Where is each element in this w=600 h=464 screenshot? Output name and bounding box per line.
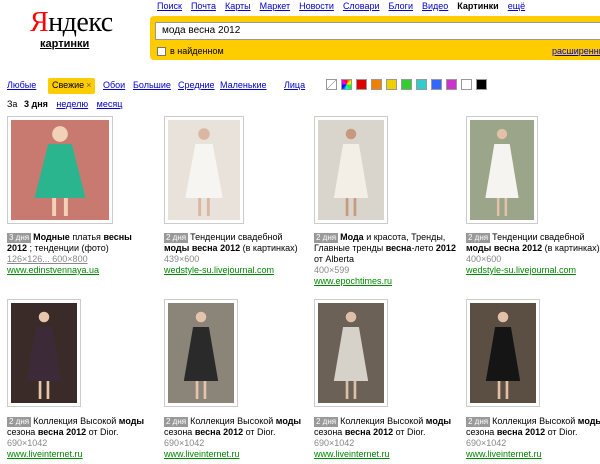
nav-video[interactable]: Видео bbox=[422, 1, 448, 11]
nav-dictionaries[interactable]: Словари bbox=[343, 1, 380, 11]
in-found-checkbox[interactable] bbox=[157, 47, 166, 56]
result-host-link[interactable]: www.liveinternet.ru bbox=[7, 449, 152, 460]
result-caption: 3 дня Модные платья весны 2012 ; тенденци… bbox=[7, 232, 152, 276]
color-swatch[interactable] bbox=[356, 79, 367, 90]
logo-rest: ндекс bbox=[48, 7, 113, 38]
result-caption: 2 дня Тенденции свадебной моды весна 2012… bbox=[466, 232, 600, 276]
result-thumbnail[interactable] bbox=[164, 116, 244, 224]
freshness-badge: 2 дня bbox=[7, 417, 32, 427]
logo-wordmark: Яндекс bbox=[30, 7, 113, 38]
period-current: 3 дня bbox=[23, 99, 48, 109]
logo-subtitle[interactable]: картинки bbox=[40, 38, 100, 50]
period-week[interactable]: неделю bbox=[56, 99, 88, 109]
filter-fresh-label: Свежие bbox=[52, 80, 85, 90]
nav-market[interactable]: Маркет bbox=[260, 1, 290, 11]
thumbnail-image bbox=[318, 303, 384, 403]
search-input[interactable]: мода весна 2012 bbox=[155, 22, 600, 40]
in-found-label[interactable]: в найденном bbox=[170, 46, 224, 56]
freshness-badge: 2 дня bbox=[314, 417, 339, 427]
color-swatch[interactable] bbox=[401, 79, 412, 90]
nav-more[interactable]: ещё bbox=[508, 1, 525, 11]
filter-fresh[interactable]: Свежие × bbox=[48, 78, 96, 94]
result-caption: 2 дня Коллекция Высокой моды сезона весна… bbox=[466, 416, 600, 460]
nav-search[interactable]: Поиск bbox=[157, 1, 182, 11]
thumbnail-image bbox=[11, 120, 109, 220]
thumbnail-image bbox=[318, 120, 384, 220]
freshness-badge: 2 дня bbox=[314, 233, 339, 243]
nav-news[interactable]: Новости bbox=[299, 1, 334, 11]
image-size: 690×1042 bbox=[466, 438, 507, 448]
services-nav: Поиск Почта Карты Маркет Новости Словари… bbox=[157, 1, 525, 11]
image-size: 690×1042 bbox=[7, 438, 48, 448]
nav-images: Картинки bbox=[457, 1, 499, 11]
color-swatch[interactable] bbox=[371, 79, 382, 90]
result-thumbnail[interactable] bbox=[7, 299, 81, 407]
freshness-badge: 2 дня bbox=[466, 417, 491, 427]
color-swatch[interactable] bbox=[461, 79, 472, 90]
result-caption: 2 дня Коллекция Высокой моды сезона весна… bbox=[164, 416, 309, 460]
filter-any[interactable]: Любые bbox=[7, 80, 36, 90]
logo-first-letter: Я bbox=[30, 7, 49, 38]
color-swatch[interactable] bbox=[416, 79, 427, 90]
result-thumbnail[interactable] bbox=[466, 116, 538, 224]
nav-mail[interactable]: Почта bbox=[191, 1, 216, 11]
result-caption: 2 дня Коллекция Высокой моды сезона весна… bbox=[314, 416, 459, 460]
result-thumbnail[interactable] bbox=[314, 299, 388, 407]
thumbnail-image bbox=[470, 120, 534, 220]
image-size: 690×1042 bbox=[314, 438, 355, 448]
color-swatch[interactable] bbox=[431, 79, 442, 90]
image-size[interactable]: 126×126... 600×800 bbox=[7, 254, 152, 265]
filter-small[interactable]: Маленькие bbox=[220, 80, 267, 90]
image-size: 439×600 bbox=[164, 254, 200, 264]
result-caption: 2 дня Коллекция Высокой моды сезона весна… bbox=[7, 416, 152, 460]
result-host-link[interactable]: www.liveinternet.ru bbox=[314, 449, 459, 460]
result-thumbnail[interactable] bbox=[7, 116, 113, 224]
color-swatch[interactable] bbox=[341, 79, 352, 90]
freshness-badge: 2 дня bbox=[164, 233, 189, 243]
thumbnail-image bbox=[470, 303, 536, 403]
filter-faces[interactable]: Лица bbox=[284, 80, 305, 90]
result-host-link[interactable]: www.epochtimes.ru bbox=[314, 276, 459, 287]
image-size: 400×599 bbox=[314, 265, 350, 275]
image-size: 400×600 bbox=[466, 254, 502, 264]
period-prefix: За bbox=[7, 99, 18, 109]
result-caption: 2 дня Мода и красота, Тренды, Главные тре… bbox=[314, 232, 459, 287]
color-swatch[interactable] bbox=[476, 79, 487, 90]
thumbnail-image bbox=[168, 303, 234, 403]
yandex-logo[interactable]: Яндекс картинки bbox=[30, 7, 113, 51]
period-filter: За 3 дня неделю месяц bbox=[7, 99, 122, 109]
image-size: 690×1042 bbox=[164, 438, 205, 448]
filter-large[interactable]: Большие bbox=[133, 80, 171, 90]
advanced-search-link[interactable]: расширенный bbox=[552, 46, 600, 56]
result-host-link[interactable]: wedstyle-su.livejournal.com bbox=[466, 265, 600, 276]
freshness-badge: 2 дня bbox=[466, 233, 491, 243]
result-host-link[interactable]: www.liveinternet.ru bbox=[164, 449, 309, 460]
nav-maps[interactable]: Карты bbox=[225, 1, 251, 11]
color-swatch[interactable] bbox=[326, 79, 337, 90]
freshness-badge: 2 дня bbox=[164, 417, 189, 427]
result-host-link[interactable]: www.edinstvennaya.ua bbox=[7, 265, 152, 276]
period-month[interactable]: месяц bbox=[97, 99, 123, 109]
search-panel: мода весна 2012 в найденном расширенный bbox=[150, 16, 600, 60]
filter-medium[interactable]: Средние bbox=[178, 80, 215, 90]
result-thumbnail[interactable] bbox=[314, 116, 388, 224]
result-host-link[interactable]: wedstyle-su.livejournal.com bbox=[164, 265, 309, 276]
close-icon[interactable]: × bbox=[86, 80, 91, 90]
color-swatch[interactable] bbox=[446, 79, 457, 90]
result-thumbnail[interactable] bbox=[164, 299, 238, 407]
result-caption: 2 дня Тенденции свадебной моды весна 2012… bbox=[164, 232, 309, 276]
result-host-link[interactable]: www.liveinternet.ru bbox=[466, 449, 600, 460]
thumbnail-image bbox=[168, 120, 240, 220]
filter-wallpapers[interactable]: Обои bbox=[103, 80, 125, 90]
freshness-badge: 3 дня bbox=[7, 233, 32, 243]
thumbnail-image bbox=[11, 303, 77, 403]
result-thumbnail[interactable] bbox=[466, 299, 540, 407]
color-swatch[interactable] bbox=[386, 79, 397, 90]
nav-blogs[interactable]: Блоги bbox=[389, 1, 413, 11]
